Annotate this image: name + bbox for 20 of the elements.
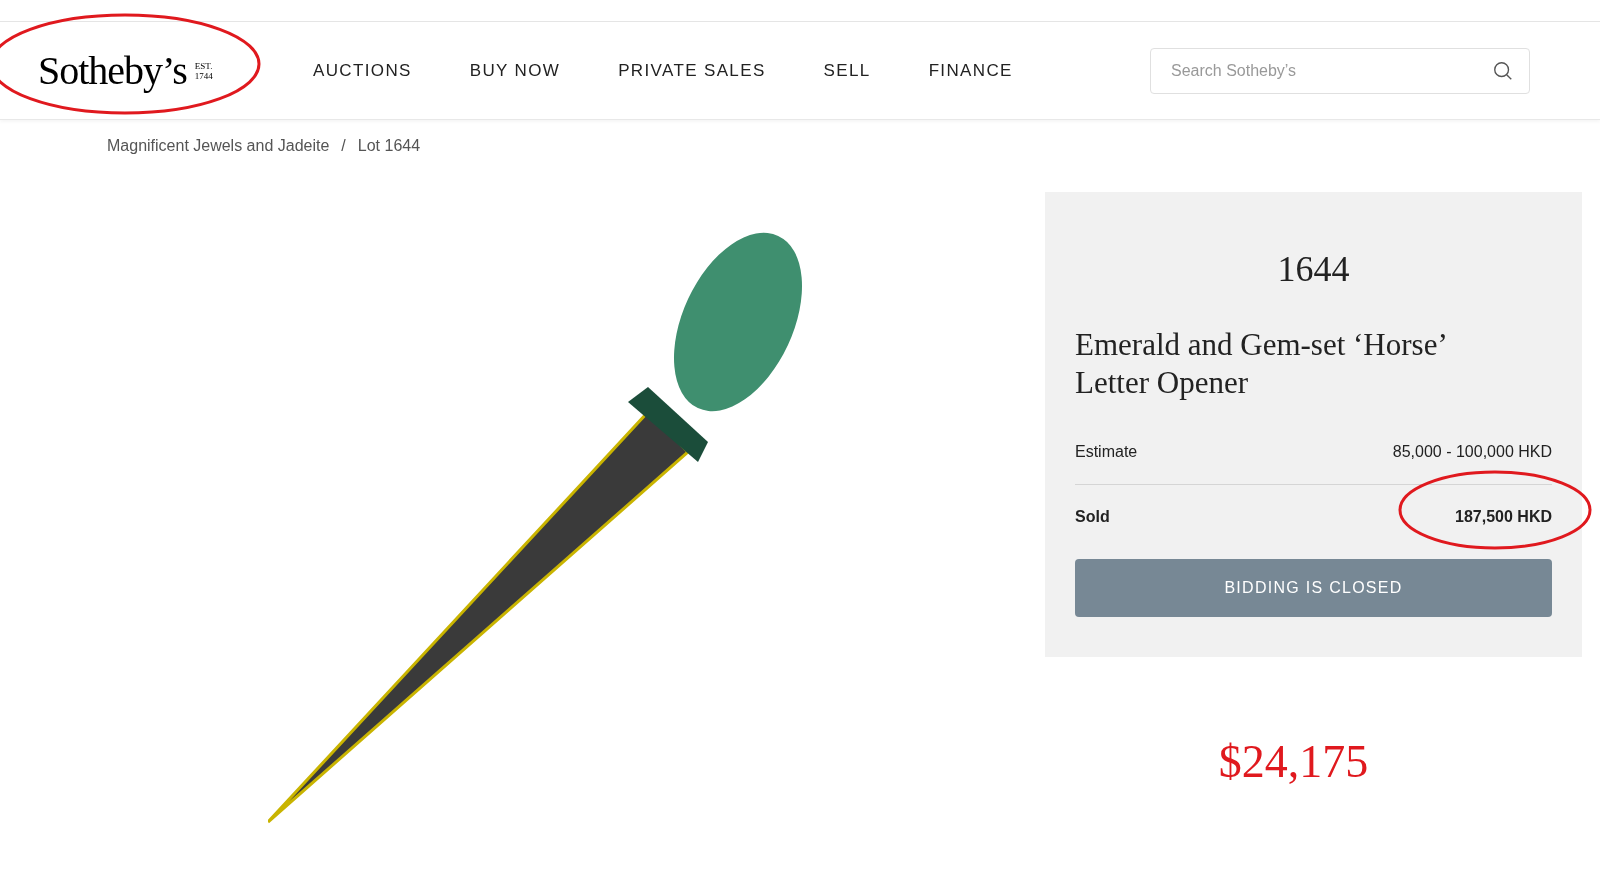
lot-title: Emerald and Gem-set ‘Horse’ Letter Opener bbox=[1075, 326, 1447, 402]
search-field[interactable]: Search Sotheby’s bbox=[1150, 47, 1530, 94]
bidding-closed-button[interactable]: BIDDING IS CLOSED bbox=[1075, 559, 1552, 617]
breadcrumb-link[interactable]: Lot 1644 bbox=[357, 134, 421, 158]
sold-price: 187,500 HKD bbox=[1455, 507, 1552, 527]
sold-label: Sold bbox=[1075, 507, 1110, 527]
logo-wordmark: Sotheby’s bbox=[38, 50, 187, 91]
estimate-label: Estimate bbox=[1075, 442, 1138, 462]
logo-tagline: EST. 1744 bbox=[194, 60, 214, 81]
nav-link[interactable]: PRIVATE SALES bbox=[618, 57, 766, 84]
breadcrumb-link[interactable]: Magnificent Jewels and Jadeite bbox=[107, 134, 330, 158]
nav-link[interactable]: AUCTIONS bbox=[313, 57, 412, 84]
estimate-value: 85,000 - 100,000 HKD bbox=[1392, 442, 1552, 462]
lot-number: 1644 bbox=[1276, 248, 1351, 291]
nav-link[interactable]: FINANCE bbox=[928, 57, 1013, 84]
nav-link[interactable]: BUY NOW bbox=[469, 57, 561, 84]
breadcrumb-separator: / bbox=[341, 136, 346, 156]
search-icon bbox=[1492, 59, 1514, 82]
nav-link[interactable]: SELL bbox=[823, 57, 871, 84]
price-annotation: $24,175 bbox=[1217, 735, 1370, 789]
